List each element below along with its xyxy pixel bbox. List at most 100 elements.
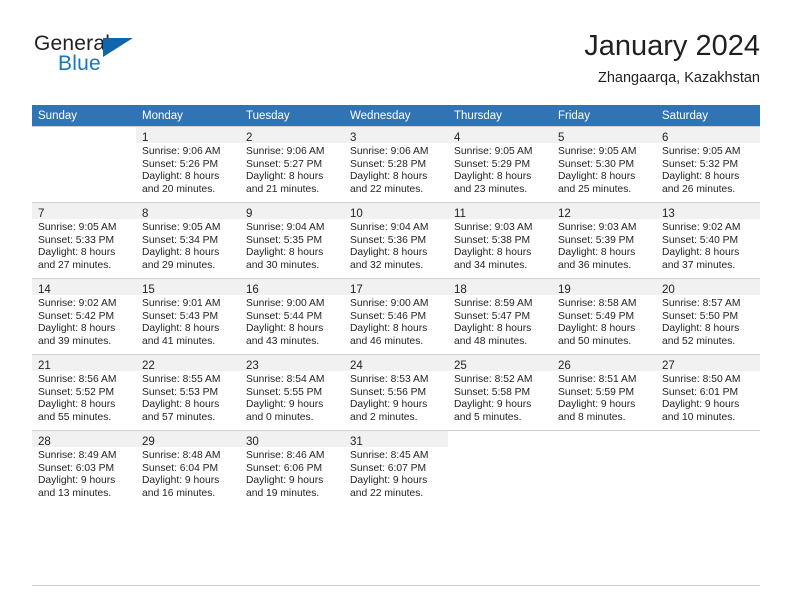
day-cell[interactable]: 1 Sunrise: 9:06 AM Sunset: 5:26 PM Daylight… xyxy=(136,126,240,202)
calendar-cell-5[interactable]: 5 Sunrise: 9:05 AM Sunset: 5:30 PM Daylight… xyxy=(552,126,656,202)
day-cell[interactable]: 17 Sunrise: 9:00 AM Sunset: 5:46 PM Dayligh… xyxy=(344,278,448,354)
day-detail-line: and 10 minutes. xyxy=(662,411,736,423)
day-cell[interactable]: 4 Sunrise: 9:05 AM Sunset: 5:29 PM Daylight… xyxy=(448,126,552,202)
day-detail-line: Sunrise: 8:50 AM xyxy=(662,374,741,385)
calendar-cell-20[interactable]: 20 Sunrise: 8:57 AM Sunset: 5:50 PM Dayligh… xyxy=(656,278,760,354)
day-detail-line: and 36 minutes. xyxy=(558,259,632,271)
calendar-cell-2[interactable]: 2 Sunrise: 9:06 AM Sunset: 5:27 PM Daylight… xyxy=(240,126,344,202)
day-cell[interactable]: 9 Sunrise: 9:04 AM Sunset: 5:35 PM Daylight… xyxy=(240,202,344,278)
day-detail-line: Sunrise: 9:03 AM xyxy=(454,222,533,233)
calendar-cell-31[interactable]: 31 Sunrise: 8:45 AM Sunset: 6:07 PM Dayligh… xyxy=(344,430,448,506)
calendar-cell-1[interactable]: 1 Sunrise: 9:06 AM Sunset: 5:26 PM Daylight… xyxy=(136,126,240,202)
day-cell[interactable]: 13 Sunrise: 9:02 AM Sunset: 5:40 PM Dayligh… xyxy=(656,202,760,278)
calendar-week-row: 14 Sunrise: 9:02 AM Sunset: 5:42 PM Dayligh… xyxy=(32,278,760,354)
day-cell[interactable]: 11 Sunrise: 9:03 AM Sunset: 5:38 PM Dayligh… xyxy=(448,202,552,278)
day-cell[interactable]: 24 Sunrise: 8:53 AM Sunset: 5:56 PM Dayligh… xyxy=(344,354,448,430)
calendar-cell-empty-container xyxy=(448,430,552,506)
day-detail-line: Sunrise: 9:05 AM xyxy=(662,146,741,157)
day-cell[interactable]: 2 Sunrise: 9:06 AM Sunset: 5:27 PM Daylight… xyxy=(240,126,344,202)
day-cell[interactable]: 8 Sunrise: 9:05 AM Sunset: 5:34 PM Daylight… xyxy=(136,202,240,278)
day-detail-line: Daylight: 8 hours xyxy=(246,247,324,259)
day-detail-line: Sunset: 6:07 PM xyxy=(350,462,427,474)
day-number: 28 xyxy=(38,436,51,448)
day-cell[interactable]: 3 Sunrise: 9:06 AM Sunset: 5:28 PM Daylight… xyxy=(344,126,448,202)
day-number-band: 30 xyxy=(240,431,344,448)
day-detail-line: Daylight: 8 hours xyxy=(558,323,636,335)
calendar-cell-27[interactable]: 27 Sunrise: 8:50 AM Sunset: 6:01 PM Dayligh… xyxy=(656,354,760,430)
day-detail-line: Daylight: 8 hours xyxy=(662,247,740,259)
day-detail-lines: Sunrise: 9:03 AM Sunset: 5:39 PM Daylight:… xyxy=(552,219,656,272)
day-cell[interactable]: 25 Sunrise: 8:52 AM Sunset: 5:58 PM Dayligh… xyxy=(448,354,552,430)
calendar-cell-12[interactable]: 12 Sunrise: 9:03 AM Sunset: 5:39 PM Dayligh… xyxy=(552,202,656,278)
day-detail-line: Daylight: 9 hours xyxy=(350,399,428,411)
calendar-header-row: Sunday Monday Tuesday Wednesday Thursday Frid… xyxy=(32,105,760,126)
grid-bottom-border xyxy=(32,585,760,586)
calendar-cell-11[interactable]: 11 Sunrise: 9:03 AM Sunset: 5:38 PM Dayligh… xyxy=(448,202,552,278)
day-cell[interactable]: 22 Sunrise: 8:55 AM Sunset: 5:53 PM Dayligh… xyxy=(136,354,240,430)
calendar-cell-24[interactable]: 24 Sunrise: 8:53 AM Sunset: 5:56 PM Dayligh… xyxy=(344,354,448,430)
day-cell[interactable]: 5 Sunrise: 9:05 AM Sunset: 5:30 PM Daylight… xyxy=(552,126,656,202)
calendar-cell-15[interactable]: 15 Sunrise: 9:01 AM Sunset: 5:43 PM Dayligh… xyxy=(136,278,240,354)
day-detail-line: Daylight: 8 hours xyxy=(142,323,220,335)
day-cell[interactable]: 7 Sunrise: 9:05 AM Sunset: 5:33 PM Daylight… xyxy=(32,202,136,278)
calendar-cell-21[interactable]: 21 Sunrise: 8:56 AM Sunset: 5:52 PM Dayligh… xyxy=(32,354,136,430)
calendar-cell-8[interactable]: 8 Sunrise: 9:05 AM Sunset: 5:34 PM Daylight… xyxy=(136,202,240,278)
calendar-cell-26[interactable]: 26 Sunrise: 8:51 AM Sunset: 5:59 PM Dayligh… xyxy=(552,354,656,430)
weekday-header-monday: Monday xyxy=(136,105,240,126)
calendar-cell-6[interactable]: 6 Sunrise: 9:05 AM Sunset: 5:32 PM Daylight… xyxy=(656,126,760,202)
calendar-cell-10[interactable]: 10 Sunrise: 9:04 AM Sunset: 5:36 PM Dayligh… xyxy=(344,202,448,278)
calendar-cell-3[interactable]: 3 Sunrise: 9:06 AM Sunset: 5:28 PM Daylight… xyxy=(344,126,448,202)
day-cell[interactable]: 14 Sunrise: 9:02 AM Sunset: 5:42 PM Dayligh… xyxy=(32,278,136,354)
day-detail-line: and 29 minutes. xyxy=(142,259,216,271)
day-cell[interactable]: 31 Sunrise: 8:45 AM Sunset: 6:07 PM Dayligh… xyxy=(344,430,448,506)
day-cell[interactable]: 10 Sunrise: 9:04 AM Sunset: 5:36 PM Dayligh… xyxy=(344,202,448,278)
day-detail-line: Daylight: 8 hours xyxy=(142,247,220,259)
calendar-cell-23[interactable]: 23 Sunrise: 8:54 AM Sunset: 5:55 PM Dayligh… xyxy=(240,354,344,430)
day-number-band: 29 xyxy=(136,431,240,448)
calendar-cell-18[interactable]: 18 Sunrise: 8:59 AM Sunset: 5:47 PM Dayligh… xyxy=(448,278,552,354)
day-cell[interactable]: 23 Sunrise: 8:54 AM Sunset: 5:55 PM Dayligh… xyxy=(240,354,344,430)
day-cell[interactable]: 19 Sunrise: 8:58 AM Sunset: 5:49 PM Dayligh… xyxy=(552,278,656,354)
day-number-band: 5 xyxy=(552,127,656,144)
calendar-cell-19[interactable]: 19 Sunrise: 8:58 AM Sunset: 5:49 PM Dayligh… xyxy=(552,278,656,354)
calendar-cell-22[interactable]: 22 Sunrise: 8:55 AM Sunset: 5:53 PM Dayligh… xyxy=(136,354,240,430)
day-cell[interactable]: 29 Sunrise: 8:48 AM Sunset: 6:04 PM Dayligh… xyxy=(136,430,240,506)
day-cell[interactable]: 6 Sunrise: 9:05 AM Sunset: 5:32 PM Daylight… xyxy=(656,126,760,202)
calendar-cell-empty xyxy=(552,430,656,506)
day-cell[interactable]: 12 Sunrise: 9:03 AM Sunset: 5:39 PM Dayligh… xyxy=(552,202,656,278)
day-number: 27 xyxy=(662,360,675,372)
day-detail-lines: Sunrise: 8:54 AM Sunset: 5:55 PM Daylight:… xyxy=(240,371,344,424)
day-number-band: 23 xyxy=(240,355,344,372)
calendar-cell-empty xyxy=(32,126,136,202)
calendar-cell-14[interactable]: 14 Sunrise: 9:02 AM Sunset: 5:42 PM Dayligh… xyxy=(32,278,136,354)
calendar-week-row: 21 Sunrise: 8:56 AM Sunset: 5:52 PM Dayligh… xyxy=(32,354,760,430)
calendar-cell-16[interactable]: 16 Sunrise: 9:00 AM Sunset: 5:44 PM Dayligh… xyxy=(240,278,344,354)
day-detail-line: Sunset: 5:40 PM xyxy=(662,234,739,246)
calendar-cell-7[interactable]: 7 Sunrise: 9:05 AM Sunset: 5:33 PM Daylight… xyxy=(32,202,136,278)
day-detail-line: Daylight: 9 hours xyxy=(350,475,428,487)
day-detail-line: Sunset: 5:26 PM xyxy=(142,158,219,170)
day-cell[interactable]: 26 Sunrise: 8:51 AM Sunset: 5:59 PM Dayligh… xyxy=(552,354,656,430)
day-cell[interactable]: 16 Sunrise: 9:00 AM Sunset: 5:44 PM Dayligh… xyxy=(240,278,344,354)
day-cell[interactable]: 18 Sunrise: 8:59 AM Sunset: 5:47 PM Dayligh… xyxy=(448,278,552,354)
day-detail-line: and 13 minutes. xyxy=(38,487,112,499)
day-detail-lines: Sunrise: 9:03 AM Sunset: 5:38 PM Daylight:… xyxy=(448,219,552,272)
calendar-cell-25[interactable]: 25 Sunrise: 8:52 AM Sunset: 5:58 PM Dayligh… xyxy=(448,354,552,430)
day-cell[interactable]: 27 Sunrise: 8:50 AM Sunset: 6:01 PM Dayligh… xyxy=(656,354,760,430)
calendar-cell-30[interactable]: 30 Sunrise: 8:46 AM Sunset: 6:06 PM Dayligh… xyxy=(240,430,344,506)
general-blue-logo[interactable]: General Blue xyxy=(32,32,222,92)
day-cell[interactable]: 28 Sunrise: 8:49 AM Sunset: 6:03 PM Dayligh… xyxy=(32,430,136,506)
calendar-cell-9[interactable]: 9 Sunrise: 9:04 AM Sunset: 5:35 PM Daylight… xyxy=(240,202,344,278)
calendar-cell-28[interactable]: 28 Sunrise: 8:49 AM Sunset: 6:03 PM Dayligh… xyxy=(32,430,136,506)
day-cell[interactable]: 15 Sunrise: 9:01 AM Sunset: 5:43 PM Dayligh… xyxy=(136,278,240,354)
calendar-cell-13[interactable]: 13 Sunrise: 9:02 AM Sunset: 5:40 PM Dayligh… xyxy=(656,202,760,278)
calendar-cell-4[interactable]: 4 Sunrise: 9:05 AM Sunset: 5:29 PM Daylight… xyxy=(448,126,552,202)
day-cell[interactable]: 20 Sunrise: 8:57 AM Sunset: 5:50 PM Dayligh… xyxy=(656,278,760,354)
day-detail-line: Sunrise: 8:59 AM xyxy=(454,298,533,309)
calendar-cell-17[interactable]: 17 Sunrise: 9:00 AM Sunset: 5:46 PM Dayligh… xyxy=(344,278,448,354)
day-cell[interactable]: 30 Sunrise: 8:46 AM Sunset: 6:06 PM Dayligh… xyxy=(240,430,344,506)
calendar-cell-29[interactable]: 29 Sunrise: 8:48 AM Sunset: 6:04 PM Dayligh… xyxy=(136,430,240,506)
day-cell[interactable]: 21 Sunrise: 8:56 AM Sunset: 5:52 PM Dayligh… xyxy=(32,354,136,430)
day-detail-line: Sunrise: 9:05 AM xyxy=(142,222,221,233)
day-number: 3 xyxy=(350,132,357,144)
